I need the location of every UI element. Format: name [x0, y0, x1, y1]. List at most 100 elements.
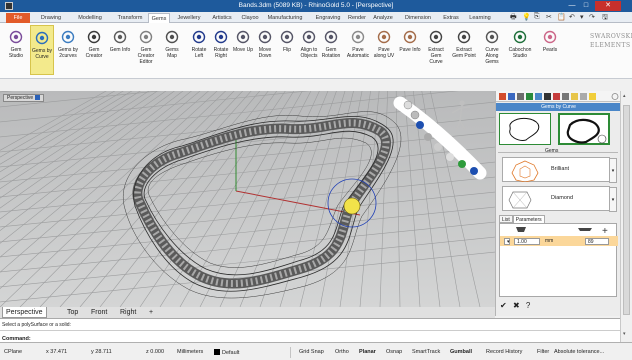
ribbon-button-move-up[interactable]: Move Up	[231, 25, 255, 75]
toggle-filter[interactable]: Filter	[537, 349, 549, 356]
gem-tool-icon-8[interactable]	[470, 167, 478, 175]
ribbon-button-gems-by-2curves[interactable]: Gems by 2curves	[56, 25, 80, 75]
gem-angle-input[interactable]: 89	[585, 238, 609, 245]
close-button[interactable]: ✕	[595, 1, 621, 11]
add-gem-button[interactable]: +	[602, 226, 608, 237]
ribbon-button-gems-by-curve[interactable]: Gems by Curve	[30, 25, 54, 75]
toggle-planar[interactable]: Planar	[359, 349, 376, 356]
maximize-button[interactable]: □	[580, 1, 592, 11]
copy-icon[interactable]: ⎘	[534, 13, 540, 23]
cut-icon[interactable]: ✂	[546, 13, 552, 23]
toggle-osnap[interactable]: Osnap	[386, 349, 402, 356]
brilliant-dropdown-button[interactable]: ▾	[609, 158, 617, 183]
ribbon-button-gem-info[interactable]: Gem Info	[108, 25, 132, 75]
ribbon-button-gem-creator[interactable]: Gem Creator	[82, 25, 106, 75]
tab-jewellery[interactable]: Jewellery	[172, 13, 206, 23]
select-curve-2[interactable]	[558, 113, 610, 145]
viewport-canvas[interactable]	[0, 91, 495, 307]
panel-scrollbar[interactable]: ▴ ▾	[620, 91, 632, 342]
ribbon-button-rotate-left[interactable]: Rotate Left	[187, 25, 211, 75]
diamond-dropdown-button[interactable]: ▾	[609, 187, 617, 212]
cancel-button[interactable]: ✖	[513, 301, 520, 310]
toggle-record-history[interactable]: Record History	[486, 349, 522, 356]
gem-row-diamond[interactable]: Diamond ▾	[502, 186, 617, 212]
tab-dimension[interactable]: Dimension	[399, 13, 437, 23]
tab-drawing[interactable]: Drawing	[34, 13, 68, 23]
ribbon-button-curve-along-gems[interactable]: Curve Along Gems	[480, 25, 504, 75]
toggle-grid-snap[interactable]: Grid Snap	[299, 349, 324, 356]
redo-icon[interactable]: ↷	[589, 13, 595, 23]
ribbon-button-gem-rotation[interactable]: Gem Rotation	[319, 25, 343, 75]
tab-clayoo[interactable]: Clayoo	[238, 13, 262, 23]
gem-tool-icon-7[interactable]	[458, 160, 466, 168]
gem-list[interactable]: + ▾ 1.00 mm 89	[499, 223, 618, 297]
undo-icon[interactable]: ↶	[569, 13, 575, 23]
tab-engraving[interactable]: Engraving	[309, 13, 347, 23]
ribbon-button-move-down[interactable]: Move Down	[253, 25, 277, 75]
tab-manufacturing[interactable]: Manufacturing	[262, 13, 308, 23]
gem-size-input[interactable]: 1.00	[514, 238, 540, 245]
ribbon-button-pearls[interactable]: Pearls	[538, 25, 562, 75]
minimize-button[interactable]: —	[566, 1, 578, 11]
status-units[interactable]: Millimeters	[177, 349, 203, 356]
tab-top[interactable]: Top	[64, 307, 81, 318]
status-tolerance[interactable]: Absolute tolerance...	[554, 349, 604, 356]
scroll-thumb[interactable]	[623, 105, 630, 315]
ribbon-button-pave-info[interactable]: Pave Info	[398, 25, 422, 75]
gem-tool-icon-3[interactable]	[416, 121, 424, 129]
tab-artistics[interactable]: Artistics	[207, 13, 237, 23]
save-icon[interactable]: 🖫	[602, 13, 608, 23]
gem-tool-icon-1[interactable]	[403, 100, 413, 110]
tab-analyze[interactable]: Analyze	[369, 13, 397, 23]
tab-list[interactable]: List	[499, 215, 513, 223]
ribbon-button-flip[interactable]: Flip	[275, 25, 299, 75]
ribbon-button-pave-automatic[interactable]: Pave Automatic	[346, 25, 370, 75]
ribbon-button-rotate-right[interactable]: Rotate Right	[209, 25, 233, 75]
tab-render[interactable]: Render	[347, 13, 367, 23]
light-icon[interactable]: 💡	[522, 13, 531, 23]
gem-tool-icon-4[interactable]	[424, 133, 432, 141]
gem-tool-icon-2[interactable]	[410, 110, 420, 120]
help-button[interactable]: ?	[526, 301, 530, 310]
select-curve-1[interactable]	[499, 113, 551, 145]
scroll-down-icon[interactable]: ▾	[623, 331, 626, 337]
gem-param-row[interactable]: ▾ 1.00 mm 89	[500, 236, 618, 246]
panel-tool-icons[interactable]	[496, 91, 621, 102]
perspective-viewport[interactable]: Perspective	[0, 91, 495, 307]
tab-parameters[interactable]: Parameters	[512, 215, 545, 223]
add-viewport-tab[interactable]: +	[146, 307, 156, 318]
ribbon-button-pave-along-uv[interactable]: Pave along UV	[372, 25, 396, 75]
ribbon-button-gem-studio[interactable]: Gem Studio	[4, 25, 28, 75]
command-input[interactable]	[32, 331, 232, 340]
tab-learning[interactable]: Learning	[464, 13, 496, 23]
ribbon-button-cabochon-studio[interactable]: Cabochon Studio	[508, 25, 532, 75]
status-layer[interactable]: Default	[214, 349, 239, 357]
gem-tool-icon-5[interactable]	[434, 143, 442, 151]
viewport-menu-icon[interactable]	[35, 95, 41, 101]
toggle-ortho[interactable]: Ortho	[335, 349, 349, 356]
tab-gems[interactable]: Gems	[148, 13, 170, 23]
ok-button[interactable]: ✔	[500, 301, 507, 310]
row-select-checkbox[interactable]: ▾	[504, 238, 510, 245]
dropdown-arrow-icon[interactable]: ▾	[580, 13, 584, 23]
viewport-title[interactable]: Perspective	[3, 94, 45, 102]
tab-transform[interactable]: Transform	[111, 13, 149, 23]
ribbon-button-extract-gem-point[interactable]: Extract Gem Point	[452, 25, 476, 75]
gem-tool-icon-6[interactable]	[446, 153, 454, 161]
tab-modelling[interactable]: Modelling	[70, 13, 110, 23]
ribbon-button-gem-creator-editor[interactable]: Gem Creator Editor	[134, 25, 158, 75]
ribbon-button-gems-map[interactable]: Gems Map	[160, 25, 184, 75]
tab-file[interactable]: File	[6, 13, 30, 23]
toggle-gumball[interactable]: Gumball	[450, 349, 472, 356]
toggle-smarttrack[interactable]: SmartTrack	[412, 349, 440, 356]
gem-preview[interactable]	[343, 197, 361, 215]
tab-right[interactable]: Right	[117, 307, 139, 318]
gem-row-brilliant[interactable]: Brilliant ▾	[502, 157, 617, 183]
status-cplane[interactable]: CPlane	[4, 349, 22, 356]
tab-extras[interactable]: Extras	[440, 13, 462, 23]
print-icon[interactable]: 🖶	[510, 13, 517, 23]
ribbon-button-extract-gem-curve[interactable]: Extract Gem Curve	[424, 25, 448, 75]
tab-perspective[interactable]: Perspective	[2, 307, 47, 318]
paste-icon[interactable]: 📋	[557, 13, 566, 23]
swarovski-logo[interactable]: SWAROVSKI ELEMENTS	[590, 32, 632, 50]
